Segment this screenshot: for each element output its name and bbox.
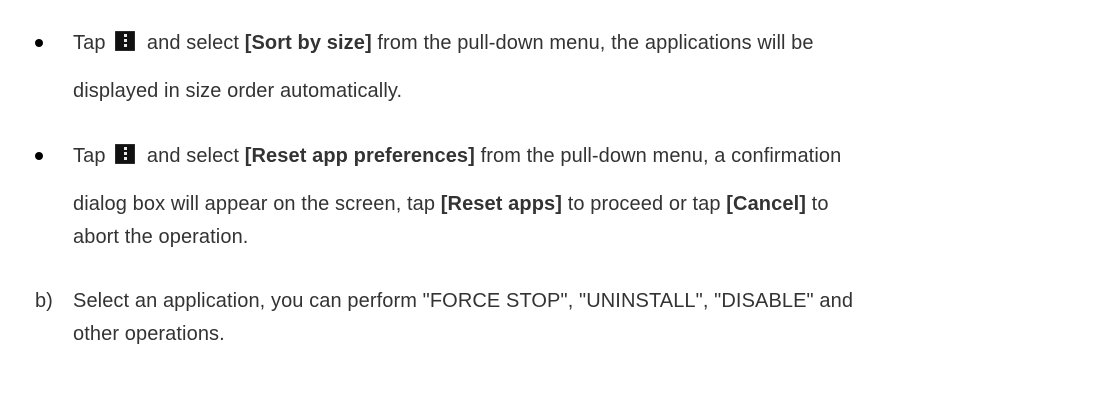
bullet-point-icon xyxy=(35,152,43,160)
dialog-text: dialog box will appear on the screen, ta… xyxy=(73,193,436,215)
overflow-menu-icon xyxy=(115,144,136,164)
bullet-1-rest-text: from the pull-down menu, the application… xyxy=(377,32,814,54)
bullet-2-line-3: abort the operation. xyxy=(73,226,249,248)
overflow-menu-icon xyxy=(115,31,136,51)
bullet-2-line-1: Tap and select [Reset app preferences] f… xyxy=(73,144,841,168)
proceed-text: to proceed or tap xyxy=(567,193,721,215)
document-page: Tap and select [Sort by size] from the p… xyxy=(0,0,1102,396)
reset-apps-label: [Reset apps] xyxy=(440,193,563,215)
and-select-text: and select xyxy=(146,32,240,54)
cancel-label: [Cancel] xyxy=(726,193,806,215)
bullet-2-line-2: dialog box will appear on the screen, ta… xyxy=(73,192,829,216)
bullet-1-line-2: displayed in size order automatically. xyxy=(73,80,403,102)
bullet-2-rest-text: from the pull-down menu, a confirmation xyxy=(480,145,842,167)
and-select-text: and select xyxy=(146,145,240,167)
bullet-point-icon xyxy=(35,39,43,47)
tap-text: Tap xyxy=(73,145,106,167)
bullet-1-line-1: Tap and select [Sort by size] from the p… xyxy=(73,31,814,55)
to-text: to xyxy=(811,193,829,215)
sort-by-size-option: [Sort by size] xyxy=(244,32,372,54)
reset-app-preferences-option: [Reset app preferences] xyxy=(244,145,475,167)
item-b-line-2: other operations. xyxy=(73,323,225,345)
item-b-line-1: Select an application, you can perform "… xyxy=(73,290,854,312)
tap-text: Tap xyxy=(73,32,106,54)
item-b-marker: b) xyxy=(35,290,53,312)
